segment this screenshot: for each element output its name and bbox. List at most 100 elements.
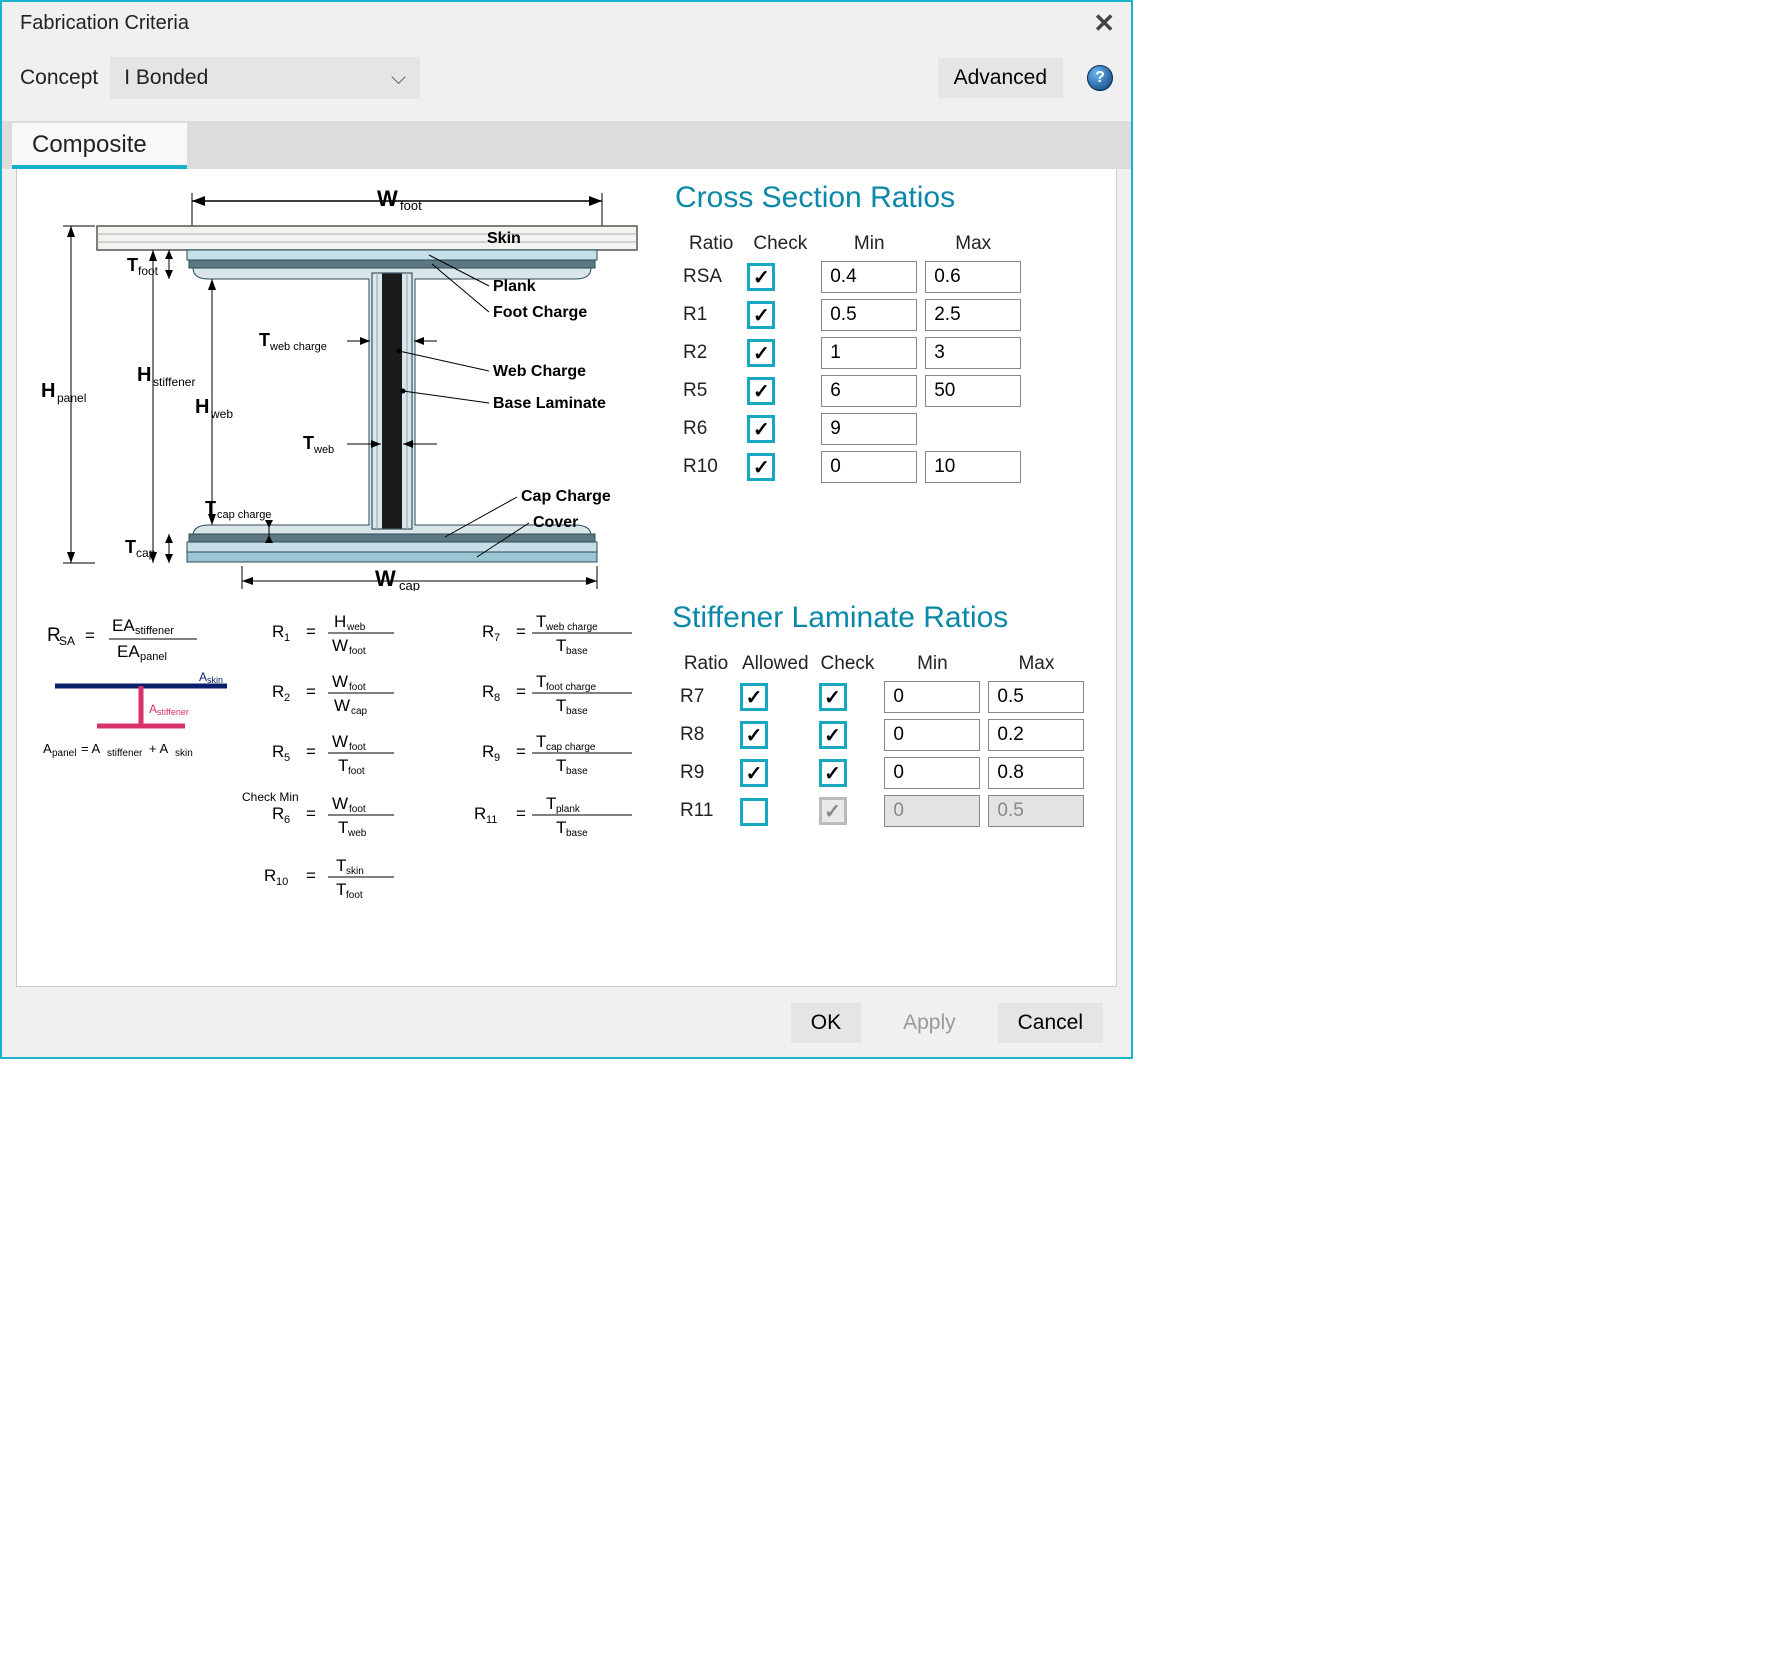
svg-text:T: T xyxy=(303,433,314,453)
svg-text:Skin: Skin xyxy=(487,230,521,247)
max-input[interactable] xyxy=(925,375,1021,407)
svg-text:web: web xyxy=(210,407,233,421)
svg-text:web charge: web charge xyxy=(545,622,598,633)
check-box[interactable] xyxy=(747,301,775,329)
titlebar: Fabrication Criteria ✕ xyxy=(2,2,1131,43)
svg-text:W: W xyxy=(332,794,348,813)
min-input[interactable] xyxy=(884,757,980,789)
ratio-name: R1 xyxy=(683,299,739,331)
help-icon[interactable]: ? xyxy=(1087,65,1113,91)
svg-text:Web Charge: Web Charge xyxy=(493,363,586,380)
cancel-button[interactable]: Cancel xyxy=(998,1003,1103,1043)
svg-text:A: A xyxy=(43,741,52,756)
concept-dropdown[interactable]: I Bonded ⌵ xyxy=(110,57,420,99)
ok-button[interactable]: OK xyxy=(791,1003,861,1043)
cross-section-diagram: W foot Skin xyxy=(37,181,647,591)
check-box[interactable] xyxy=(747,263,775,291)
hdr-allowed: Allowed xyxy=(740,653,811,675)
svg-text:base: base xyxy=(566,646,588,657)
ratio-name: R5 xyxy=(683,375,739,407)
check-box[interactable] xyxy=(747,339,775,367)
min-input[interactable] xyxy=(884,681,980,713)
min-input[interactable] xyxy=(821,337,917,369)
hdr-ratio: Ratio xyxy=(683,233,739,255)
svg-text:=: = xyxy=(306,742,316,761)
svg-text:T: T xyxy=(556,818,566,837)
check-box[interactable] xyxy=(819,759,847,787)
svg-text:=: = xyxy=(306,622,316,641)
svg-text:T: T xyxy=(338,756,348,775)
svg-text:panel: panel xyxy=(52,748,76,759)
svg-text:cap: cap xyxy=(351,706,368,717)
dialog-window: Fabrication Criteria ✕ Concept I Bonded … xyxy=(0,0,1133,1059)
max-input[interactable] xyxy=(925,261,1021,293)
min-input[interactable] xyxy=(821,299,917,331)
min-input[interactable] xyxy=(821,413,917,445)
check-box[interactable] xyxy=(747,377,775,405)
min-input xyxy=(884,795,980,827)
min-input[interactable] xyxy=(821,261,917,293)
allowed-box[interactable] xyxy=(740,798,768,826)
max-input[interactable] xyxy=(988,719,1084,751)
svg-text:T: T xyxy=(556,696,566,715)
cross-section-row: R10 xyxy=(683,451,1021,483)
svg-text:skin: skin xyxy=(207,675,223,685)
hdr-check: Check xyxy=(747,233,813,255)
concept-label: Concept xyxy=(20,66,98,90)
cross-section-ratios-panel: Cross Section Ratios Ratio Check Min Max… xyxy=(675,181,1096,591)
check-box[interactable] xyxy=(747,453,775,481)
svg-text:+ A: + A xyxy=(149,741,168,756)
svg-text:foot charge: foot charge xyxy=(546,682,596,693)
allowed-box[interactable] xyxy=(740,683,768,711)
min-input[interactable] xyxy=(821,375,917,407)
svg-text:base: base xyxy=(566,766,588,777)
hdr-max: Max xyxy=(925,233,1021,255)
svg-text:T: T xyxy=(127,255,138,275)
svg-text:W: W xyxy=(332,672,348,691)
svg-text:foot: foot xyxy=(138,264,159,278)
hdr-min: Min xyxy=(821,233,917,255)
svg-text:7: 7 xyxy=(494,632,500,644)
svg-text:A: A xyxy=(199,670,207,684)
max-input[interactable] xyxy=(925,451,1021,483)
svg-text:panel: panel xyxy=(140,651,167,663)
min-input[interactable] xyxy=(884,719,980,751)
min-input[interactable] xyxy=(821,451,917,483)
tab-composite[interactable]: Composite xyxy=(12,123,187,169)
hdr-check2: Check xyxy=(819,653,877,675)
check-box[interactable] xyxy=(819,721,847,749)
ratio-name: R6 xyxy=(683,413,739,445)
svg-text:Plank: Plank xyxy=(493,278,536,295)
svg-text:W: W xyxy=(332,732,348,751)
svg-text:stiffener: stiffener xyxy=(157,707,189,717)
chevron-down-icon: ⌵ xyxy=(391,67,406,90)
ratio-name: R7 xyxy=(680,681,732,713)
max-input[interactable] xyxy=(988,757,1084,789)
svg-text:foot: foot xyxy=(348,766,365,777)
allowed-box[interactable] xyxy=(740,721,768,749)
svg-text:T: T xyxy=(536,732,546,751)
check-box[interactable] xyxy=(747,415,775,443)
allowed-box[interactable] xyxy=(740,759,768,787)
close-icon[interactable]: ✕ xyxy=(1089,8,1119,39)
max-input[interactable] xyxy=(925,337,1021,369)
svg-text:W: W xyxy=(375,566,396,591)
svg-text:Cap Charge: Cap Charge xyxy=(521,488,611,505)
svg-text:web: web xyxy=(347,828,367,839)
check-box[interactable] xyxy=(819,683,847,711)
svg-text:R: R xyxy=(264,866,276,885)
svg-text:1: 1 xyxy=(284,632,290,644)
concept-value: I Bonded xyxy=(124,66,208,90)
svg-text:foot: foot xyxy=(349,682,366,693)
svg-text:2: 2 xyxy=(284,692,290,704)
max-input[interactable] xyxy=(925,299,1021,331)
svg-text:T: T xyxy=(536,612,546,631)
svg-text:stiffener: stiffener xyxy=(135,625,174,637)
svg-text:=: = xyxy=(516,682,526,701)
svg-text:T: T xyxy=(556,756,566,775)
svg-text:=: = xyxy=(306,804,316,823)
advanced-button[interactable]: Advanced xyxy=(938,58,1063,98)
svg-text:5: 5 xyxy=(284,752,290,764)
max-input[interactable] xyxy=(988,681,1084,713)
apply-button[interactable]: Apply xyxy=(883,1003,976,1043)
